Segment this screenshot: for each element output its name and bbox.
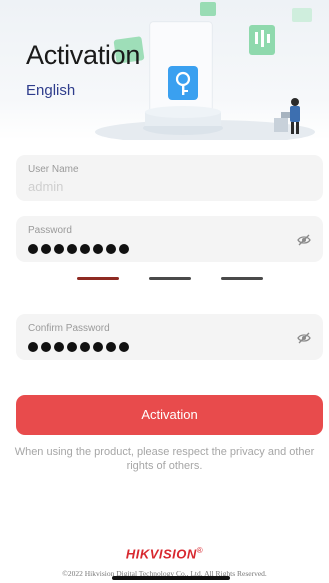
language-selector[interactable]: English [26, 82, 75, 99]
username-input[interactable] [28, 179, 278, 194]
confirm-password-field[interactable]: Confirm Password [16, 314, 323, 360]
password-masked-value[interactable] [28, 241, 132, 255]
brand-logo: HIKVISION® [0, 546, 329, 561]
hide-confirm-password-icon[interactable] [297, 332, 311, 344]
confirm-password-label: Confirm Password [28, 323, 110, 334]
password-strength-bar-3 [221, 277, 263, 280]
password-strength-bar-2 [149, 277, 191, 280]
username-field[interactable]: User Name [16, 155, 323, 201]
activation-button[interactable]: Activation [16, 395, 323, 435]
brand-mark: ® [196, 546, 204, 555]
brand-name: HIKVISION [125, 546, 197, 562]
username-label: User Name [28, 164, 79, 175]
privacy-notice: When using the product, please respect t… [14, 446, 315, 472]
password-field[interactable]: Password [16, 216, 323, 262]
confirm-password-masked-value[interactable] [28, 339, 132, 353]
page-title: Activation [26, 40, 141, 70]
home-indicator[interactable] [112, 576, 230, 580]
password-label: Password [28, 225, 72, 236]
password-strength-bar-1 [77, 277, 119, 280]
hide-password-icon[interactable] [297, 234, 311, 246]
hero-banner: Activation English [0, 0, 329, 140]
